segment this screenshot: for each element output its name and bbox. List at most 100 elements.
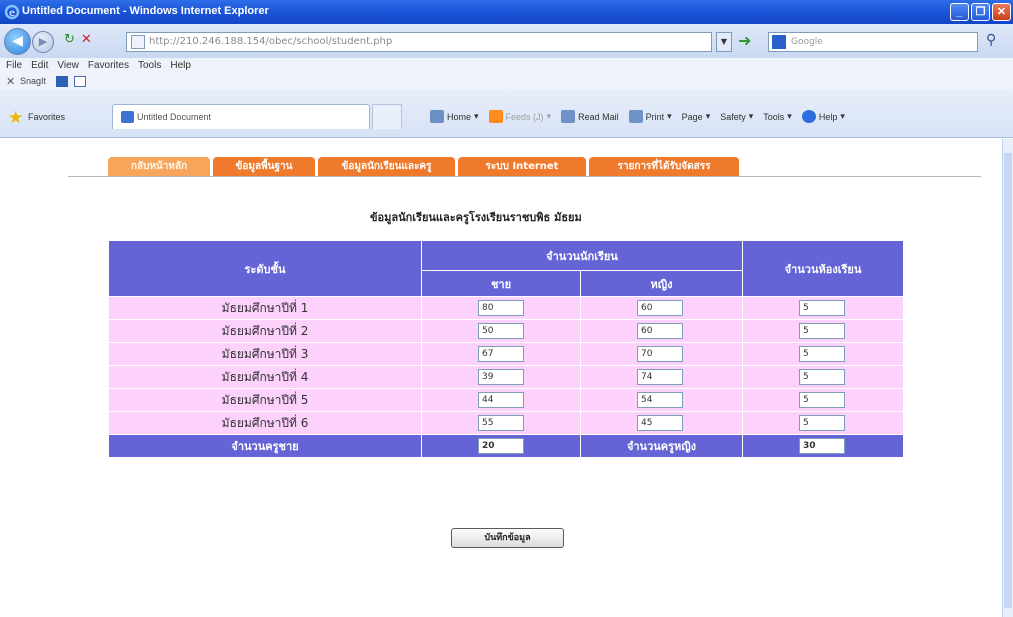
feeds-icon — [488, 110, 503, 123]
room-count-input[interactable]: 5 — [799, 415, 845, 431]
links-bar: ✕ SnagIt — [0, 73, 1013, 90]
search-placeholder: Google — [791, 37, 823, 47]
table-row: มัธยมศึกษาปีที่ 3 67 70 5 — [108, 342, 904, 366]
student-data-table: ระดับชั้น จำนวนนักเรียน จำนวนห้องเรียน ช… — [108, 240, 904, 458]
printer-icon — [628, 110, 643, 123]
header-female: หญิง — [580, 270, 743, 297]
grade-level-label: มัธยมศึกษาปีที่ 1 — [108, 296, 422, 320]
table-row: มัธยมศึกษาปีที่ 6 55 45 5 — [108, 411, 904, 435]
scrollbar-thumb[interactable] — [1004, 153, 1012, 608]
nav-tab-allocations[interactable]: รายการที่ได้รับจัดสรร — [589, 157, 739, 176]
print-button[interactable]: Print ▾ — [628, 110, 672, 123]
male-count-input[interactable]: 44 — [478, 392, 524, 408]
female-count-input[interactable]: 74 — [637, 369, 683, 385]
room-count-input[interactable]: 5 — [799, 392, 845, 408]
header-male: ชาย — [421, 270, 581, 297]
room-count-input[interactable]: 5 — [799, 300, 845, 316]
window-title: Untitled Document - Windows Internet Exp… — [22, 5, 269, 17]
mail-icon — [561, 110, 576, 123]
menu-tools[interactable]: Tools — [138, 58, 161, 73]
table-row: มัธยมศึกษาปีที่ 5 44 54 5 — [108, 388, 904, 412]
grade-level-label: มัธยมศึกษาปีที่ 3 — [108, 342, 422, 366]
site-nav-tabs: กลับหน้าหลัก ข้อมูลพื้นฐาน ข้อมูลนักเรีย… — [68, 157, 981, 177]
save-button[interactable]: บันทึกข้อมูล — [451, 528, 564, 548]
tools-menu-button[interactable]: Tools ▾ — [763, 111, 792, 122]
table-row: มัธยมศึกษาปีที่ 4 39 74 5 — [108, 365, 904, 389]
menu-view[interactable]: View — [57, 58, 79, 73]
search-input[interactable]: Google — [768, 32, 978, 52]
stop-icon[interactable]: ✕ — [81, 32, 92, 47]
home-icon — [430, 110, 444, 123]
browser-tab[interactable]: Untitled Document — [112, 104, 370, 129]
favorites-bar: ★ Favorites Untitled Document Home ▾ Fee… — [0, 90, 1013, 138]
feeds-button[interactable]: Feeds (J) ▾ — [488, 110, 551, 123]
search-icon[interactable]: ⚲ — [986, 32, 996, 48]
female-count-input[interactable]: 54 — [637, 392, 683, 408]
home-button[interactable]: Home ▾ — [430, 110, 479, 123]
address-url: http://210.246.188.154/obec/school/stude… — [149, 36, 393, 47]
room-count-input[interactable]: 5 — [799, 323, 845, 339]
nav-tab-students-teachers[interactable]: ข้อมูลนักเรียนและครู — [318, 157, 455, 176]
male-teachers-input[interactable]: 20 — [478, 438, 524, 454]
close-links-icon[interactable]: ✕ — [6, 75, 15, 88]
forward-button[interactable]: ▶ — [32, 31, 54, 53]
read-mail-button[interactable]: Read Mail — [561, 110, 619, 123]
menu-help[interactable]: Help — [170, 58, 191, 73]
female-teachers-input[interactable]: 30 — [799, 438, 845, 454]
male-count-input[interactable]: 39 — [478, 369, 524, 385]
table-row: มัธยมศึกษาปีที่ 1 80 60 5 — [108, 296, 904, 320]
help-icon — [801, 110, 816, 123]
favorites-button[interactable]: Favorites — [28, 112, 65, 122]
male-count-input[interactable]: 80 — [478, 300, 524, 316]
menu-file[interactable]: File — [6, 58, 22, 73]
title-bar: e Untitled Document - Windows Internet E… — [0, 0, 1013, 24]
menu-bar: File Edit View Favorites Tools Help — [0, 58, 1013, 73]
page-title: ข้อมูลนักเรียนและครูโรงเรียนราชบพิธ มัธย… — [370, 211, 582, 224]
grade-level-label: มัธยมศึกษาปีที่ 4 — [108, 365, 422, 389]
help-menu-button[interactable]: Help ▾ — [801, 110, 845, 123]
svg-text:e: e — [9, 8, 15, 19]
snagit-window-icon[interactable] — [74, 76, 86, 87]
male-teachers-label: จำนวนครูชาย — [108, 434, 422, 458]
grade-level-label: มัธยมศึกษาปีที่ 2 — [108, 319, 422, 343]
teachers-row: จำนวนครูชาย 20 จำนวนครูหญิง 30 — [108, 434, 904, 458]
snagit-capture-icon[interactable] — [56, 76, 68, 87]
new-tab-button[interactable] — [372, 104, 402, 129]
nav-tab-internet[interactable]: ระบบ Internet — [458, 157, 586, 176]
ie-logo-icon: e — [4, 4, 20, 20]
go-arrow-icon[interactable]: ➜ — [738, 32, 751, 50]
page-menu-button[interactable]: Page ▾ — [682, 111, 711, 122]
address-dropdown-button[interactable]: ▼ — [716, 32, 732, 52]
menu-favorites[interactable]: Favorites — [88, 58, 129, 73]
minimize-button[interactable]: _ — [950, 3, 969, 21]
search-provider-icon — [772, 35, 786, 49]
male-count-input[interactable]: 50 — [478, 323, 524, 339]
male-count-input[interactable]: 55 — [478, 415, 524, 431]
nav-tab-home[interactable]: กลับหน้าหลัก — [108, 157, 210, 176]
safety-menu-button[interactable]: Safety ▾ — [720, 111, 753, 122]
back-button[interactable]: ◀ — [4, 28, 31, 55]
female-count-input[interactable]: 60 — [637, 300, 683, 316]
address-input[interactable]: http://210.246.188.154/obec/school/stude… — [126, 32, 712, 52]
close-window-button[interactable]: ✕ — [992, 3, 1011, 21]
grade-level-label: มัธยมศึกษาปีที่ 6 — [108, 411, 422, 435]
maximize-button[interactable]: ❐ — [971, 3, 990, 21]
menu-edit[interactable]: Edit — [31, 58, 48, 73]
room-count-input[interactable]: 5 — [799, 346, 845, 362]
female-count-input[interactable]: 70 — [637, 346, 683, 362]
favorites-star-icon[interactable]: ★ — [8, 108, 23, 128]
nav-tab-basic-info[interactable]: ข้อมูลพื้นฐาน — [213, 157, 315, 176]
page-icon — [131, 35, 145, 49]
tab-page-icon — [121, 111, 134, 123]
tab-title: Untitled Document — [137, 112, 212, 122]
male-count-input[interactable]: 67 — [478, 346, 524, 362]
snagit-button[interactable]: SnagIt — [20, 76, 46, 86]
table-row: มัธยมศึกษาปีที่ 2 50 60 5 — [108, 319, 904, 343]
female-count-input[interactable]: 60 — [637, 323, 683, 339]
female-count-input[interactable]: 45 — [637, 415, 683, 431]
vertical-scrollbar[interactable] — [1002, 139, 1013, 617]
female-teachers-label: จำนวนครูหญิง — [580, 434, 743, 458]
room-count-input[interactable]: 5 — [799, 369, 845, 385]
header-students: จำนวนนักเรียน — [421, 240, 743, 271]
refresh-icon[interactable]: ↻ — [64, 32, 75, 47]
